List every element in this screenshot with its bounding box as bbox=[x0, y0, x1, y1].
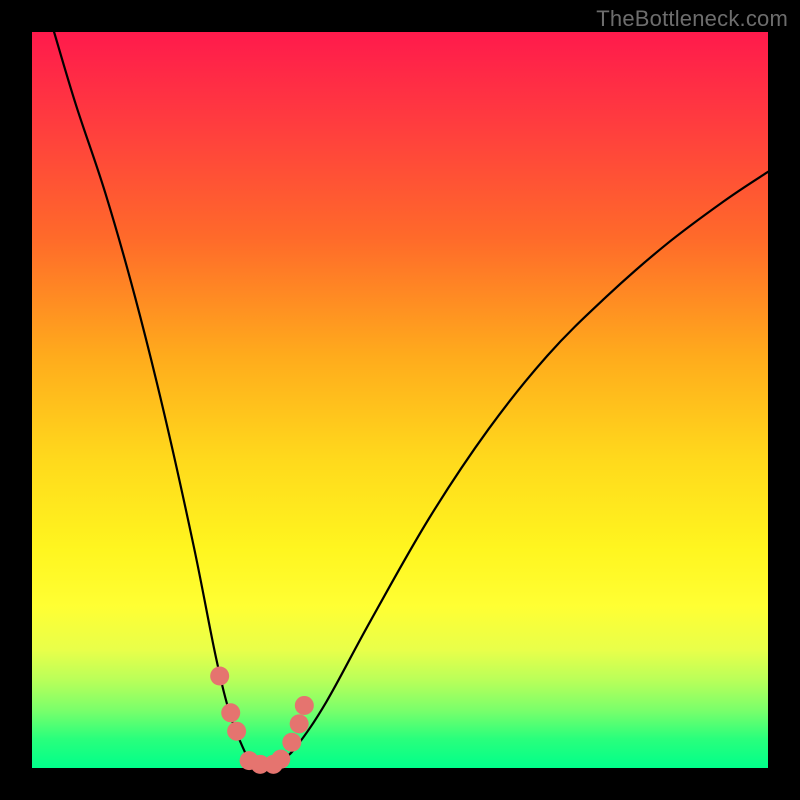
outer-frame: TheBottleneck.com bbox=[0, 0, 800, 800]
curve-marker bbox=[295, 696, 314, 715]
bottleneck-curve-path bbox=[54, 32, 768, 769]
curve-marker bbox=[282, 733, 301, 752]
watermark-text: TheBottleneck.com bbox=[596, 6, 788, 32]
plot-area bbox=[32, 32, 768, 768]
curve-marker bbox=[210, 667, 229, 686]
curve-marker bbox=[221, 703, 240, 722]
marker-group bbox=[210, 667, 314, 774]
chart-svg bbox=[32, 32, 768, 768]
curve-marker bbox=[271, 750, 290, 769]
curve-marker bbox=[290, 714, 309, 733]
curve-marker bbox=[227, 722, 246, 741]
